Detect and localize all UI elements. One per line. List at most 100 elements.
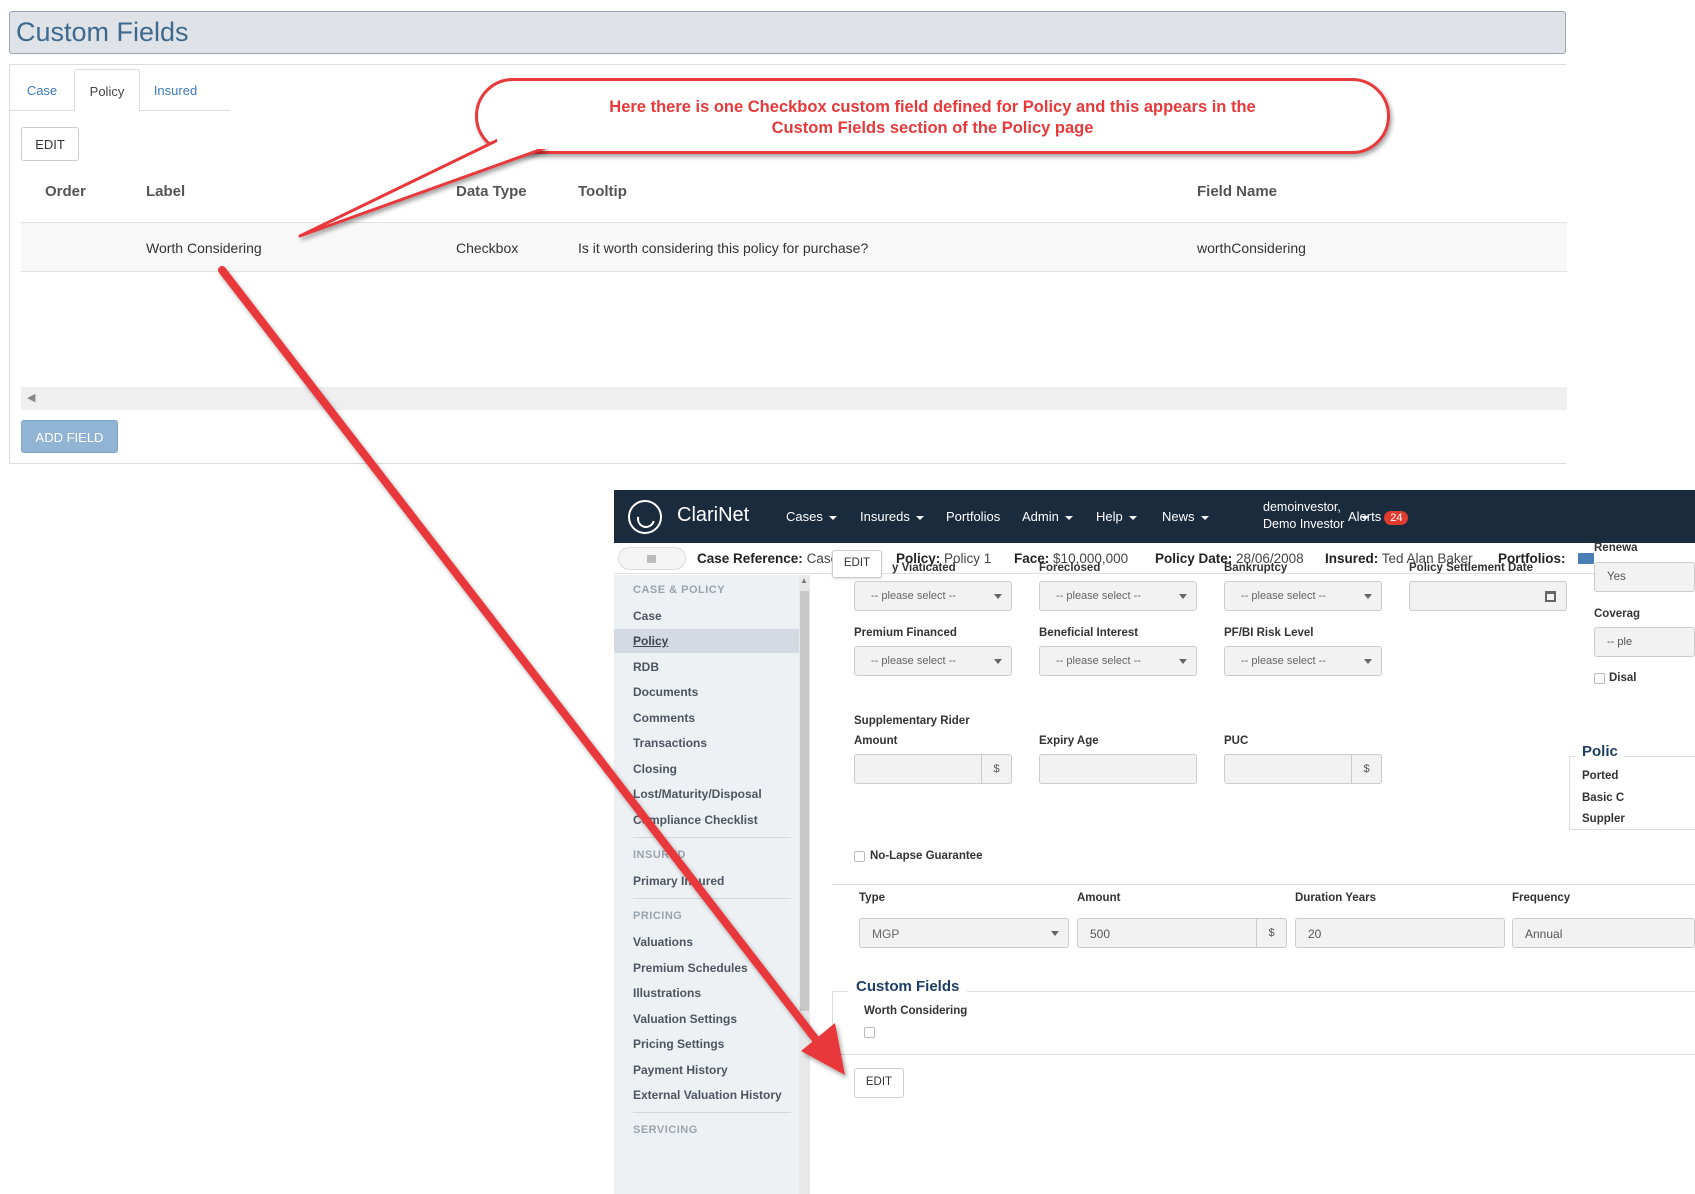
sidebar-item-external-valuation-history[interactable]: External Valuation History	[633, 1088, 782, 1102]
tab-case[interactable]: Case	[10, 69, 74, 112]
calendar-icon[interactable]	[1545, 591, 1556, 602]
nav-help-label: Help	[1096, 509, 1123, 524]
table-row[interactable]: Worth Considering Checkbox Is it worth c…	[21, 222, 1567, 272]
horizontal-scrollbar[interactable]: ◀	[21, 387, 1567, 410]
bankruptcy-select[interactable]: -- please select --	[1224, 581, 1382, 611]
page-title: Custom Fields	[16, 17, 189, 47]
nav-news-label: News	[1162, 509, 1195, 524]
column-header-amount: Amount	[1077, 892, 1121, 904]
alerts-count-badge: 24	[1384, 511, 1409, 525]
policy-fieldset-legend: Polic	[1576, 743, 1624, 760]
sidebar-item-payment-history[interactable]: Payment History	[633, 1063, 728, 1077]
edit-button[interactable]: EDIT	[21, 127, 79, 161]
column-header-order[interactable]: Order	[45, 183, 86, 200]
disabled-label: Disal	[1609, 672, 1637, 684]
sidebar-item-premium-schedules[interactable]: Premium Schedules	[633, 961, 748, 975]
supplemental-label: Suppler	[1582, 813, 1625, 825]
nav-cases[interactable]: Cases	[786, 509, 837, 524]
puc-input[interactable]: $	[1224, 754, 1382, 784]
sidebar-item-closing[interactable]: Closing	[633, 762, 677, 776]
tab-insured[interactable]: Insured	[140, 69, 211, 112]
policy-settlement-date-input[interactable]	[1409, 581, 1567, 611]
supplementary-rider-label: Supplementary Rider	[854, 715, 970, 727]
nav-alerts[interactable]: Alerts 24	[1348, 509, 1409, 525]
sidebar-item-compliance-checklist[interactable]: Compliance Checklist	[633, 813, 758, 827]
sidebar-item-documents[interactable]: Documents	[633, 685, 698, 699]
nav-insureds[interactable]: Insureds	[860, 509, 924, 524]
tab-policy[interactable]: Policy	[74, 69, 140, 112]
sidebar-item-policy[interactable]: Policy	[614, 629, 799, 653]
sidebar-divider	[633, 1112, 791, 1113]
sidebar: ▲ CASE & POLICY Case Policy RDB Document…	[614, 575, 810, 1194]
sidebar-item-lost-maturity-disposal[interactable]: Lost/Maturity/Disposal	[633, 787, 762, 801]
case-reference-label: Case Reference:	[697, 551, 803, 566]
clarinet-logo-icon[interactable]	[628, 500, 662, 534]
premium-financed-select[interactable]: -- please select --	[854, 646, 1012, 676]
disabled-checkbox[interactable]	[1594, 673, 1605, 684]
scroll-up-icon[interactable]: ▲	[800, 576, 808, 585]
scroll-left-icon[interactable]: ◀	[27, 391, 35, 404]
foreclosed-label: Foreclosed	[1039, 562, 1101, 574]
sidebar-scroll-thumb[interactable]	[800, 591, 809, 1011]
expiry-age-input[interactable]	[1039, 754, 1197, 784]
custom-fields-edit-button[interactable]: EDIT	[854, 1068, 904, 1098]
sidebar-item-illustrations[interactable]: Illustrations	[633, 986, 701, 1000]
column-header-frequency: Frequency	[1512, 892, 1571, 904]
currency-addon: $	[981, 755, 1011, 783]
insured-label: Insured:	[1325, 551, 1379, 566]
sidebar-item-comments[interactable]: Comments	[633, 711, 695, 725]
sidebar-item-rdb[interactable]: RDB	[633, 660, 659, 674]
previously-viaticated-select[interactable]: -- please select --	[854, 581, 1012, 611]
brand-name[interactable]: ClariNet	[677, 504, 749, 527]
guarantee-type-select[interactable]: MGP	[859, 918, 1069, 948]
nav-help[interactable]: Help	[1096, 509, 1137, 524]
sidebar-item-pricing-settings[interactable]: Pricing Settings	[633, 1037, 724, 1051]
worth-considering-checkbox[interactable]	[864, 1027, 875, 1038]
clarinet-app: ClariNet Cases Insureds Portfolios Admin…	[614, 490, 1695, 1194]
folder-icon[interactable]	[1577, 553, 1594, 564]
custom-fields-header: Custom Fields	[9, 11, 1566, 54]
frequency-select[interactable]: Annual	[1512, 918, 1695, 948]
sidebar-item-transactions[interactable]: Transactions	[633, 736, 707, 750]
sidebar-item-valuation-settings[interactable]: Valuation Settings	[633, 1012, 737, 1026]
user-login: demoinvestor,	[1263, 500, 1341, 514]
callout-line-1: Here there is one Checkbox custom field …	[609, 98, 1256, 116]
no-lapse-guarantee-checkbox[interactable]	[854, 851, 865, 862]
column-header-tooltip[interactable]: Tooltip	[578, 183, 627, 200]
foreclosed-select[interactable]: -- please select --	[1039, 581, 1197, 611]
sidebar-heading-case-policy: CASE & POLICY	[633, 584, 726, 596]
beneficial-interest-select[interactable]: -- please select --	[1039, 646, 1197, 676]
renewal-select[interactable]: Yes	[1594, 562, 1695, 592]
nav-admin[interactable]: Admin	[1022, 509, 1073, 524]
coverage-select[interactable]: -- ple	[1594, 627, 1695, 657]
pfbi-risk-level-select[interactable]: -- please select --	[1224, 646, 1382, 676]
nav-portfolios[interactable]: Portfolios	[946, 509, 1000, 524]
add-field-button[interactable]: ADD FIELD	[21, 420, 118, 453]
premium-financed-label: Premium Financed	[854, 627, 957, 639]
sidebar-item-primary-insured[interactable]: Primary Insured	[633, 874, 724, 888]
duration-years-input[interactable]: 20	[1295, 918, 1505, 948]
column-header-duration-years: Duration Years	[1295, 892, 1376, 904]
renewal-label: Renewa	[1594, 542, 1638, 554]
currency-addon: $	[1351, 755, 1381, 783]
sidebar-item-valuations[interactable]: Valuations	[633, 935, 693, 949]
column-header-data-type[interactable]: Data Type	[456, 183, 527, 200]
column-header-label[interactable]: Label	[146, 183, 185, 200]
supplementary-rider-amount-input[interactable]: $	[854, 754, 1012, 784]
lock-toggle-icon[interactable]	[618, 547, 686, 570]
no-lapse-guarantee-label: No-Lapse Guarantee	[870, 850, 983, 862]
edit-button[interactable]: EDIT	[832, 550, 882, 578]
sidebar-item-case[interactable]: Case	[633, 609, 662, 623]
nav-news[interactable]: News	[1162, 509, 1209, 524]
column-header-field-name[interactable]: Field Name	[1197, 183, 1277, 200]
currency-addon: $	[1256, 919, 1286, 947]
puc-label: PUC	[1224, 735, 1249, 747]
guarantee-amount-input[interactable]: 500 $	[1077, 918, 1287, 948]
basic-label: Basic C	[1582, 792, 1625, 804]
chevron-down-icon	[828, 515, 837, 520]
ported-label: Ported	[1582, 770, 1619, 782]
cell-tooltip: Is it worth considering this policy for …	[578, 240, 869, 256]
pfbi-risk-level-label: PF/BI Risk Level	[1224, 627, 1314, 639]
user-menu[interactable]: demoinvestor, Demo Investor	[1263, 499, 1344, 533]
chevron-down-icon	[1200, 515, 1209, 520]
